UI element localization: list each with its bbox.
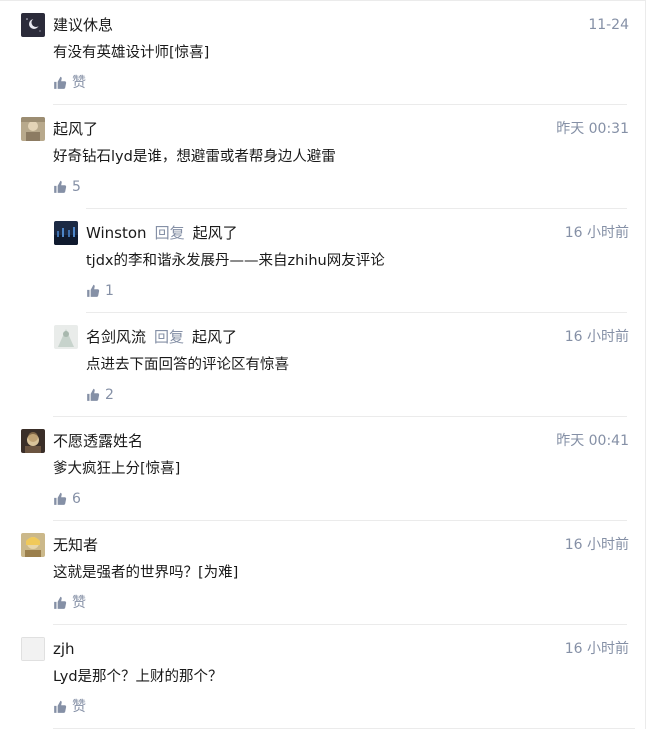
reply-author[interactable]: 名剑风流 <box>86 328 146 346</box>
comment-item: 起风了 昨天 00:31 好奇钻石lyd是谁，想避雷或者帮身边人避雷 5 <box>0 104 645 208</box>
like-count: 2 <box>105 387 114 403</box>
comment-time: 11-24 <box>588 17 629 33</box>
author-name[interactable]: 起风了 <box>53 118 98 140</box>
like-button[interactable]: 6 <box>53 489 81 509</box>
author-name[interactable]: 无知者 <box>53 534 98 556</box>
thumbs-up-icon <box>54 492 67 505</box>
thumbs-up-icon <box>87 284 100 297</box>
thumbs-up-icon <box>54 180 67 193</box>
avatar[interactable] <box>21 13 45 37</box>
author-name[interactable]: 不愿透露姓名 <box>53 430 143 452</box>
like-button[interactable]: 1 <box>86 281 114 301</box>
reply-item: 名剑风流 回复 起风了 16 小时前 点进去下面回答的评论区有惊喜 2 <box>33 312 645 416</box>
like-count: 5 <box>72 179 81 195</box>
reply-target[interactable]: 起风了 <box>193 224 238 242</box>
author-name[interactable]: zjh <box>53 638 75 660</box>
reply-label: 回复 <box>154 328 185 346</box>
comment-item: 无知者 16 小时前 这就是强者的世界吗？[为难] 赞 <box>0 520 645 624</box>
comment-actions: 赞 <box>53 697 86 717</box>
avatar[interactable] <box>54 325 78 349</box>
comment-time: 16 小时前 <box>564 225 629 241</box>
like-count: 赞 <box>72 699 86 715</box>
comment-content: 好奇钻石lyd是谁，想避雷或者帮身边人避雷 <box>53 149 336 165</box>
comment-actions: 2 <box>86 385 114 405</box>
divider <box>86 208 627 209</box>
divider <box>53 104 627 105</box>
author-name[interactable]: 建议休息 <box>53 14 113 36</box>
comment-time: 16 小时前 <box>564 641 629 657</box>
avatar[interactable] <box>54 221 78 245</box>
comment-item: 不愿透露姓名 昨天 00:41 爹大疯狂上分[惊喜] 6 <box>0 416 645 520</box>
comment-content: 点进去下面回答的评论区有惊喜 <box>86 357 289 373</box>
divider <box>86 312 627 313</box>
avatar[interactable] <box>21 533 45 557</box>
thumbs-up-icon <box>87 388 100 401</box>
like-button[interactable]: 赞 <box>53 593 86 613</box>
divider <box>53 520 627 521</box>
like-count: 赞 <box>72 595 86 611</box>
avatar[interactable] <box>21 117 45 141</box>
comment-item: 建议休息 11-24 有没有英雄设计师[惊喜] 赞 <box>0 0 645 104</box>
reply-author[interactable]: Winston <box>86 224 147 242</box>
reply-label: 回复 <box>154 224 185 242</box>
like-button[interactable]: 5 <box>53 177 81 197</box>
reply-item: Winston 回复 起风了 16 小时前 tjdx的李和谐永发展丹——来自zhih… <box>33 208 645 312</box>
frame-right-border <box>645 0 646 729</box>
comment-actions: 1 <box>86 281 114 301</box>
reply-target[interactable]: 起风了 <box>192 328 237 346</box>
divider <box>53 624 627 625</box>
comment-content: tjdx的李和谐永发展丹——来自zhihu网友评论 <box>86 253 385 269</box>
thumbs-up-icon <box>54 76 67 89</box>
thumbs-up-icon <box>54 700 67 713</box>
like-count: 1 <box>105 283 114 299</box>
like-button[interactable]: 赞 <box>53 73 86 93</box>
comment-actions: 赞 <box>53 73 86 93</box>
comment-actions: 6 <box>53 489 81 509</box>
avatar[interactable] <box>21 637 45 661</box>
comment-content: 这就是强者的世界吗？[为难] <box>53 565 239 581</box>
comment-actions: 赞 <box>53 593 86 613</box>
thumbs-up-icon <box>54 596 67 609</box>
like-count: 赞 <box>72 75 86 91</box>
author-name: 名剑风流 回复 起风了 <box>86 326 237 348</box>
avatar[interactable] <box>21 429 45 453</box>
comment-actions: 5 <box>53 177 81 197</box>
author-name: Winston 回复 起风了 <box>86 222 238 244</box>
like-count: 6 <box>72 491 81 507</box>
comment-time: 昨天 00:41 <box>556 433 629 449</box>
like-button[interactable]: 2 <box>86 385 114 405</box>
comment-item: zjh 16 小时前 Lyd是那个？上财的那个？ 赞 <box>0 624 645 728</box>
comment-time: 昨天 00:31 <box>556 121 629 137</box>
divider <box>53 416 627 417</box>
comment-time: 16 小时前 <box>564 537 629 553</box>
comment-content: 有没有英雄设计师[惊喜] <box>53 45 210 61</box>
comment-time: 16 小时前 <box>564 329 629 345</box>
comment-content: Lyd是那个？上财的那个？ <box>53 669 223 685</box>
comment-content: 爹大疯狂上分[惊喜] <box>53 461 181 477</box>
like-button[interactable]: 赞 <box>53 697 86 717</box>
